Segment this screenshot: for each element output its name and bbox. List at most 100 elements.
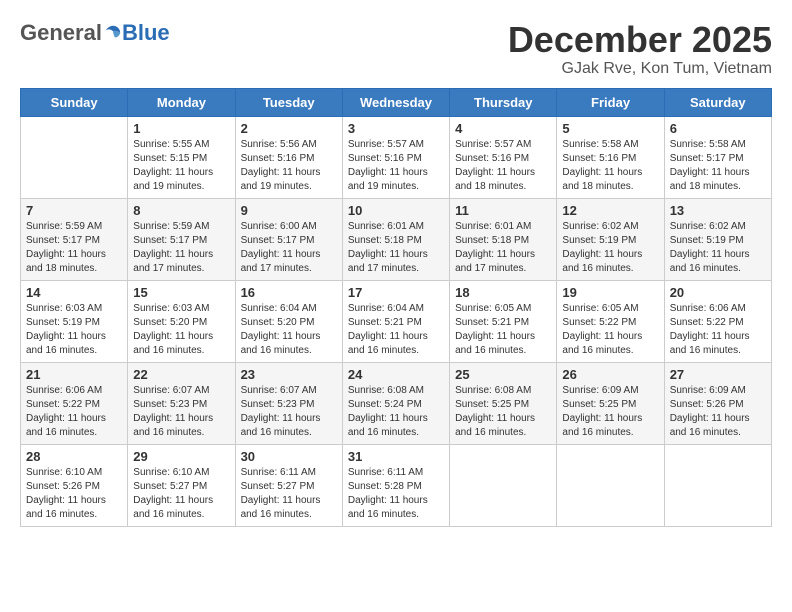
- day-number: 12: [562, 203, 658, 218]
- day-info: Sunrise: 5:59 AM Sunset: 5:17 PM Dayligh…: [133, 220, 229, 276]
- day-number: 1: [133, 121, 229, 136]
- calendar-cell: 11Sunrise: 6:01 AM Sunset: 5:18 PM Dayli…: [450, 198, 557, 280]
- day-number: 17: [348, 285, 444, 300]
- calendar-cell: 24Sunrise: 6:08 AM Sunset: 5:24 PM Dayli…: [342, 362, 449, 444]
- calendar-cell: 4Sunrise: 5:57 AM Sunset: 5:16 PM Daylig…: [450, 116, 557, 198]
- calendar-cell: 9 Sunrise: 6:00 AM Sunset: 5:17 PM Daylig…: [235, 198, 342, 280]
- calendar-cell: 23Sunrise: 6:07 AM Sunset: 5:23 PM Dayli…: [235, 362, 342, 444]
- calendar-cell: [664, 444, 771, 526]
- day-number: 4: [455, 121, 551, 136]
- logo-bird-icon: [104, 24, 122, 42]
- day-number: 22: [133, 367, 229, 382]
- day-number: 10: [348, 203, 444, 218]
- calendar-cell: 1 Sunrise: 5:55 AM Sunset: 5:15 PM Daylig…: [128, 116, 235, 198]
- day-number: 11: [455, 203, 551, 218]
- logo-general: General: [20, 20, 102, 46]
- day-info: Sunrise: 5:55 AM Sunset: 5:15 PM Dayligh…: [133, 138, 229, 194]
- calendar-cell: 17 Sunrise: 6:04 AM Sunset: 5:21 PM Dayli…: [342, 280, 449, 362]
- calendar-cell: 13Sunrise: 6:02 AM Sunset: 5:19 PM Dayli…: [664, 198, 771, 280]
- day-number: 31: [348, 449, 444, 464]
- day-number: 15: [133, 285, 229, 300]
- day-number: 8: [133, 203, 229, 218]
- calendar-subtitle: GJak Rve, Kon Tum, Vietnam: [508, 60, 772, 78]
- calendar-cell: 5 Sunrise: 5:58 AM Sunset: 5:16 PM Daylig…: [557, 116, 664, 198]
- calendar-table: SundayMondayTuesdayWednesdayThursdayFrid…: [20, 88, 772, 527]
- day-info: Sunrise: 6:09 AM Sunset: 5:26 PM Dayligh…: [670, 384, 766, 440]
- day-number: 16: [241, 285, 337, 300]
- day-number: 7: [26, 203, 122, 218]
- calendar-week-row: 1 Sunrise: 5:55 AM Sunset: 5:15 PM Daylig…: [21, 116, 772, 198]
- day-number: 23: [241, 367, 337, 382]
- day-info: Sunrise: 5:59 AM Sunset: 5:17 PM Dayligh…: [26, 220, 122, 276]
- day-info: Sunrise: 6:03 AM Sunset: 5:19 PM Dayligh…: [26, 302, 122, 358]
- day-info: Sunrise: 6:11 AM Sunset: 5:28 PM Dayligh…: [348, 466, 444, 522]
- day-info: Sunrise: 5:56 AM Sunset: 5:16 PM Dayligh…: [241, 138, 337, 194]
- weekday-header-tuesday: Tuesday: [235, 88, 342, 116]
- weekday-header-saturday: Saturday: [664, 88, 771, 116]
- calendar-cell: 2Sunrise: 5:56 AM Sunset: 5:16 PM Daylig…: [235, 116, 342, 198]
- calendar-cell: 29Sunrise: 6:10 AM Sunset: 5:27 PM Dayli…: [128, 444, 235, 526]
- calendar-cell: 8 Sunrise: 5:59 AM Sunset: 5:17 PM Daylig…: [128, 198, 235, 280]
- calendar-cell: 7 Sunrise: 5:59 AM Sunset: 5:17 PM Daylig…: [21, 198, 128, 280]
- calendar-cell: 30Sunrise: 6:11 AM Sunset: 5:27 PM Dayli…: [235, 444, 342, 526]
- day-info: Sunrise: 6:09 AM Sunset: 5:25 PM Dayligh…: [562, 384, 658, 440]
- calendar-cell: 16 Sunrise: 6:04 AM Sunset: 5:20 PM Dayli…: [235, 280, 342, 362]
- day-number: 28: [26, 449, 122, 464]
- calendar-week-row: 14 Sunrise: 6:03 AM Sunset: 5:19 PM Dayli…: [21, 280, 772, 362]
- weekday-header-row: SundayMondayTuesdayWednesdayThursdayFrid…: [21, 88, 772, 116]
- day-number: 3: [348, 121, 444, 136]
- calendar-cell: 28Sunrise: 6:10 AM Sunset: 5:26 PM Dayli…: [21, 444, 128, 526]
- day-info: Sunrise: 5:58 AM Sunset: 5:17 PM Dayligh…: [670, 138, 766, 194]
- day-number: 25: [455, 367, 551, 382]
- calendar-cell: 20Sunrise: 6:06 AM Sunset: 5:22 PM Dayli…: [664, 280, 771, 362]
- day-info: Sunrise: 6:02 AM Sunset: 5:19 PM Dayligh…: [670, 220, 766, 276]
- day-info: Sunrise: 6:06 AM Sunset: 5:22 PM Dayligh…: [26, 384, 122, 440]
- calendar-cell: 25 Sunrise: 6:08 AM Sunset: 5:25 PM Dayli…: [450, 362, 557, 444]
- calendar-cell: [21, 116, 128, 198]
- calendar-cell: 6Sunrise: 5:58 AM Sunset: 5:17 PM Daylig…: [664, 116, 771, 198]
- weekday-header-monday: Monday: [128, 88, 235, 116]
- day-number: 21: [26, 367, 122, 382]
- calendar-cell: 14 Sunrise: 6:03 AM Sunset: 5:19 PM Dayli…: [21, 280, 128, 362]
- day-info: Sunrise: 5:57 AM Sunset: 5:16 PM Dayligh…: [348, 138, 444, 194]
- calendar-week-row: 28Sunrise: 6:10 AM Sunset: 5:26 PM Dayli…: [21, 444, 772, 526]
- weekday-header-thursday: Thursday: [450, 88, 557, 116]
- day-number: 24: [348, 367, 444, 382]
- day-info: Sunrise: 6:11 AM Sunset: 5:27 PM Dayligh…: [241, 466, 337, 522]
- calendar-cell: 18Sunrise: 6:05 AM Sunset: 5:21 PM Dayli…: [450, 280, 557, 362]
- day-info: Sunrise: 6:04 AM Sunset: 5:21 PM Dayligh…: [348, 302, 444, 358]
- day-info: Sunrise: 6:04 AM Sunset: 5:20 PM Dayligh…: [241, 302, 337, 358]
- calendar-cell: [450, 444, 557, 526]
- day-number: 19: [562, 285, 658, 300]
- day-info: Sunrise: 6:10 AM Sunset: 5:27 PM Dayligh…: [133, 466, 229, 522]
- calendar-cell: 21 Sunrise: 6:06 AM Sunset: 5:22 PM Dayli…: [21, 362, 128, 444]
- logo: General Blue: [20, 20, 170, 46]
- day-info: Sunrise: 6:00 AM Sunset: 5:17 PM Dayligh…: [241, 220, 337, 276]
- title-block: December 2025 GJak Rve, Kon Tum, Vietnam: [508, 20, 772, 78]
- weekday-header-friday: Friday: [557, 88, 664, 116]
- calendar-cell: 3 Sunrise: 5:57 AM Sunset: 5:16 PM Daylig…: [342, 116, 449, 198]
- calendar-week-row: 21 Sunrise: 6:06 AM Sunset: 5:22 PM Dayli…: [21, 362, 772, 444]
- day-number: 9: [241, 203, 337, 218]
- day-info: Sunrise: 6:05 AM Sunset: 5:22 PM Dayligh…: [562, 302, 658, 358]
- calendar-cell: 15Sunrise: 6:03 AM Sunset: 5:20 PM Dayli…: [128, 280, 235, 362]
- calendar-cell: 31 Sunrise: 6:11 AM Sunset: 5:28 PM Dayli…: [342, 444, 449, 526]
- day-number: 27: [670, 367, 766, 382]
- day-info: Sunrise: 5:58 AM Sunset: 5:16 PM Dayligh…: [562, 138, 658, 194]
- calendar-cell: 26Sunrise: 6:09 AM Sunset: 5:25 PM Dayli…: [557, 362, 664, 444]
- calendar-cell: 27 Sunrise: 6:09 AM Sunset: 5:26 PM Dayli…: [664, 362, 771, 444]
- calendar-cell: 22 Sunrise: 6:07 AM Sunset: 5:23 PM Dayli…: [128, 362, 235, 444]
- day-info: Sunrise: 6:01 AM Sunset: 5:18 PM Dayligh…: [348, 220, 444, 276]
- day-info: Sunrise: 6:08 AM Sunset: 5:25 PM Dayligh…: [455, 384, 551, 440]
- day-number: 5: [562, 121, 658, 136]
- day-info: Sunrise: 6:07 AM Sunset: 5:23 PM Dayligh…: [133, 384, 229, 440]
- day-number: 14: [26, 285, 122, 300]
- weekday-header-wednesday: Wednesday: [342, 88, 449, 116]
- calendar-cell: 19 Sunrise: 6:05 AM Sunset: 5:22 PM Dayli…: [557, 280, 664, 362]
- day-info: Sunrise: 6:06 AM Sunset: 5:22 PM Dayligh…: [670, 302, 766, 358]
- page-header: General Blue December 2025 GJak Rve, Kon…: [20, 20, 772, 78]
- calendar-week-row: 7 Sunrise: 5:59 AM Sunset: 5:17 PM Daylig…: [21, 198, 772, 280]
- day-info: Sunrise: 6:02 AM Sunset: 5:19 PM Dayligh…: [562, 220, 658, 276]
- calendar-cell: 10 Sunrise: 6:01 AM Sunset: 5:18 PM Dayli…: [342, 198, 449, 280]
- calendar-cell: 12 Sunrise: 6:02 AM Sunset: 5:19 PM Dayli…: [557, 198, 664, 280]
